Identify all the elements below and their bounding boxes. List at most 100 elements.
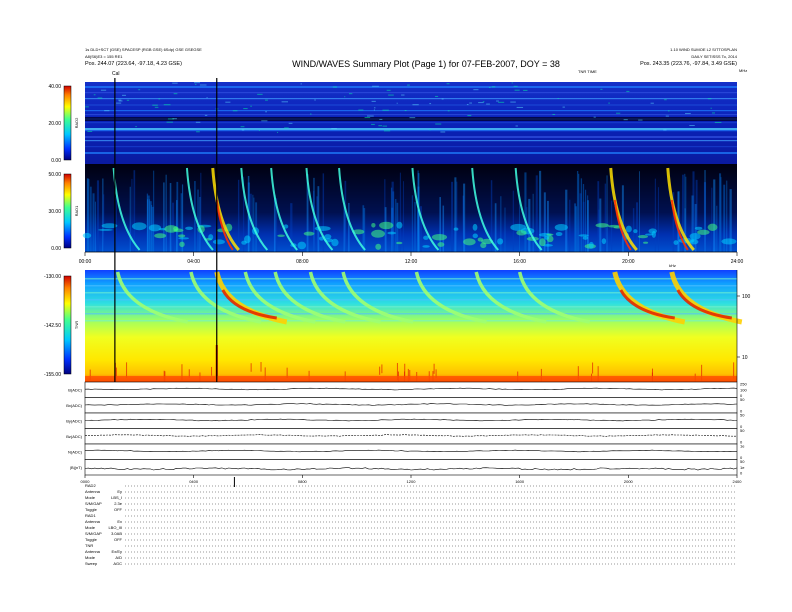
rad2-speckle — [382, 125, 388, 127]
rad2-speckle — [378, 125, 382, 127]
rad2-speckle — [314, 99, 316, 101]
rad1-patch — [185, 226, 194, 230]
tnr-band — [85, 299, 737, 301]
rad1-streak — [87, 179, 90, 252]
colorbar-tick-label: 40.00 — [48, 84, 61, 90]
rad2-speckle — [348, 93, 353, 95]
rad2-speckle — [491, 86, 496, 88]
rad2-speckle — [300, 83, 302, 85]
rad1-patch — [480, 242, 487, 249]
rad1-streak — [569, 199, 571, 252]
rad1-patch — [212, 239, 225, 245]
rad2-speckle — [401, 94, 405, 96]
rad2-speckle — [172, 82, 178, 84]
rad1-streak — [451, 181, 454, 252]
line-panel-frame — [84, 459, 738, 476]
tnr-panel — [85, 270, 743, 389]
rad1-colorbar — [63, 173, 72, 249]
tnr-background — [85, 270, 737, 382]
rad2-speckle — [685, 112, 691, 114]
rad2-speckle — [135, 126, 137, 128]
tnr-spike — [379, 366, 381, 375]
rad2-speckle — [388, 94, 394, 96]
rad2-speckle — [435, 95, 439, 97]
colorbar-tick-label: 0.00 — [51, 158, 61, 164]
rad2-band — [85, 140, 737, 142]
rad1-patch — [131, 222, 147, 231]
rad2-speckle — [623, 119, 628, 121]
header-left-line: 1s DLD+SCT (GSE) SPACESP (RGB GSE) 6Sdp)… — [85, 47, 202, 52]
rad2-speckle — [593, 116, 596, 118]
rad2-panel — [85, 82, 737, 164]
panel-name-rad1: RAD1 — [74, 205, 79, 216]
rad2-speckle — [331, 128, 337, 130]
rad2-speckle — [225, 101, 231, 103]
rad2-speckle — [166, 121, 173, 123]
line-panel-tick-label: 100 — [740, 387, 747, 392]
rad2-speckle — [396, 102, 398, 104]
rad2-speckle — [516, 106, 524, 108]
rad2-speckle — [154, 106, 159, 108]
colorbar-tick-label: -142.50 — [44, 323, 61, 329]
rad1-patch — [178, 237, 190, 240]
rad2-speckle — [199, 84, 207, 86]
rad1-streak — [565, 189, 568, 252]
rad1-streak — [169, 183, 172, 252]
instrument-table-label: Antenna — [85, 489, 101, 494]
time-tick-label: 04:00 — [187, 259, 200, 265]
rad1-patch — [379, 221, 394, 230]
rad1-patch — [208, 234, 214, 240]
rad2-speckle — [552, 113, 556, 115]
colorbar-tick-label: 20.00 — [48, 121, 61, 127]
rad2-speckle — [689, 125, 695, 127]
rad1-streak — [575, 206, 578, 252]
line-panel-label: B(ADC) — [68, 387, 82, 392]
rad2-speckle — [712, 112, 716, 114]
rad1-patch — [303, 231, 315, 236]
line-panel-label: Bz(ADC) — [66, 434, 82, 439]
rad1-streak — [411, 195, 413, 252]
tnr-right-tick-label: 100 — [742, 294, 751, 300]
rad2-speckle — [373, 109, 376, 111]
rad2-speckle — [486, 103, 490, 105]
rad1-patch — [277, 234, 285, 237]
rad2-speckle — [440, 131, 446, 133]
rad2-speckle — [557, 97, 559, 99]
line-panel-tick-label: 50 — [740, 397, 745, 402]
rad1-patch — [437, 242, 445, 247]
instrument-table-label: S/M/GAP — [85, 531, 102, 536]
rad2-speckle — [163, 104, 171, 106]
rad1-patch — [477, 237, 483, 242]
rad2-speckle — [250, 105, 252, 107]
instrument-table-label: Antenna — [85, 519, 101, 524]
rad1-patch — [497, 238, 504, 245]
rad2-speckle — [265, 99, 268, 101]
rad2-speckle — [87, 130, 93, 132]
rad2-speckle — [429, 129, 431, 131]
line-panel-label: Bx(ADC) — [66, 403, 82, 408]
rad1-patch — [422, 245, 430, 248]
rad2-speckle — [126, 99, 130, 101]
rad2-speckle — [364, 117, 371, 119]
instrument-table-value: A/D — [115, 555, 122, 560]
rad2-speckle — [172, 118, 177, 120]
rad1-streak — [636, 202, 639, 252]
rad2-bright-band — [85, 128, 737, 130]
rad1-streak — [504, 207, 506, 252]
rad2-band — [85, 146, 737, 148]
rad1-patch — [555, 232, 563, 237]
rad1-streak — [255, 202, 258, 252]
header-right-line: Pos. 243.35 (223.76, -97.84, 3.49 GSE) — [640, 61, 737, 67]
tnr-spike — [126, 362, 128, 378]
instrument-table-value: 2.3e — [114, 501, 123, 506]
instrument-table-label: Sweep — [85, 561, 98, 566]
rad2-speckle — [650, 102, 654, 104]
rad1-patch — [582, 236, 589, 240]
colorbar-tick-label: 50.00 — [48, 172, 61, 178]
rad1-patch — [546, 233, 554, 236]
header-right: 1.10 WIND SUMOE L2 SITTOSPLAN DAILY SETIS… — [640, 47, 738, 67]
colorbar-tick-label: -130.00 — [44, 274, 61, 280]
tnr-band — [85, 313, 737, 315]
rad2-speckle — [173, 93, 178, 95]
rad2-speckle — [616, 112, 621, 114]
